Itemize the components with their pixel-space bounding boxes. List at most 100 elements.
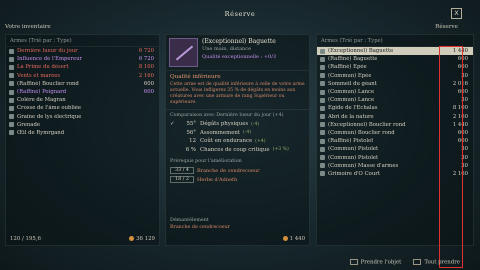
trait-text: Cette arme est de qualité inférieure à c… <box>170 82 305 106</box>
item-name: Œil de Rymrgand <box>17 129 65 136</box>
stash-column-label: Armes (Trié par : Type) <box>321 37 383 44</box>
close-button[interactable]: X <box>451 8 462 19</box>
stat-row: 56° Assommement (-4) <box>170 129 305 138</box>
item-icon <box>320 48 325 54</box>
requirement-name: Branche de cendrecoeur <box>197 167 260 174</box>
requirement-row: 18 / 2 Herbe d'Adneth <box>170 175 305 184</box>
stat-row: ✓ 55° Dégâts physiques (-4) <box>170 120 305 129</box>
item-header: (Exceptionnel) Baguette Une main, distan… <box>166 35 309 71</box>
item-icon <box>320 130 325 136</box>
item-name: (Exceptionnel) Baguette <box>328 48 394 55</box>
item-title: (Exceptionnel) Baguette <box>202 38 276 45</box>
stat-row: 12 Coût en endurance (+4) <box>170 137 305 146</box>
list-item[interactable]: La Prime du désert 8 100 <box>6 63 159 71</box>
item-icon <box>9 81 14 87</box>
item-value: 6 720 <box>138 56 154 63</box>
list-item[interactable]: (Raffiné) Bouclier rond 600 <box>6 80 159 88</box>
item-name: (Commun) Pistolet <box>328 146 379 153</box>
value-column-highlight <box>439 46 463 268</box>
item-icon <box>320 73 325 79</box>
item-name: Graine de lys électrique <box>17 113 82 120</box>
item-name: (Commun) Pistolet <box>328 154 379 161</box>
comparison-header: Comparaison avec Dernière lueur du jour … <box>170 113 284 119</box>
weight-value: 120 / 195,6 <box>10 236 41 242</box>
item-icon <box>320 105 325 111</box>
take-all-button[interactable]: Tout prendre <box>413 258 460 265</box>
item-quality: Qualité exceptionnelle : +0/3 <box>202 54 277 60</box>
item-icon <box>9 97 14 103</box>
item-icon <box>320 138 325 144</box>
coin-icon <box>282 236 288 241</box>
item-icon <box>9 105 14 111</box>
item-value: 6 720 <box>138 48 154 55</box>
item-name: Colère de Magran <box>17 97 66 104</box>
dismantle-item: Branche de cendrecoeur <box>170 225 230 230</box>
item-icon <box>9 89 14 95</box>
stat-row: 6 % Chances de coup critique (+3 %) <box>170 146 305 155</box>
key-icon <box>349 258 358 265</box>
list-item[interactable]: Graine de lys électrique <box>6 113 159 121</box>
top-bar: Réserve X <box>0 0 480 24</box>
inventory-footer: 120 / 195,6 36 129 <box>10 236 155 242</box>
inventory-panel: Armes (Trié par : Type) Dernière lueur d… <box>5 34 160 246</box>
stat-label: Dégâts physiques <box>200 121 249 128</box>
inventory-column-header[interactable]: Armes (Trié par : Type) <box>6 35 159 47</box>
take-item-button[interactable]: Prendre l'objet <box>349 258 401 265</box>
trait-box: Qualité inférieure Cette arme est de qua… <box>166 71 309 111</box>
list-item[interactable]: Vents et marées 2 160 <box>6 72 159 80</box>
list-item[interactable]: Colère de Magran <box>6 96 159 104</box>
key-icon <box>413 258 422 265</box>
item-name: Crosse de l'âme oubliée <box>17 105 82 112</box>
item-name: La Prime du désert <box>17 64 69 71</box>
stat-delta: (-4) <box>251 121 260 127</box>
stash-header: Réserve <box>435 24 458 30</box>
item-icon <box>9 73 14 79</box>
item-name: (Commun) Bouclier rond <box>328 129 395 136</box>
item-name: (Exceptionnel) Bouclier rond <box>328 121 406 128</box>
stat-value: 56° <box>186 129 196 136</box>
dismantle-section: Démantèlement Branche de cendrecoeur <box>170 218 230 230</box>
list-item[interactable]: Influence de l'Empereur 6 720 <box>6 55 159 63</box>
item-icon <box>320 97 325 103</box>
requirement-name: Herbe d'Adneth <box>197 176 238 183</box>
item-name: Égide de l'Échalas <box>328 105 378 112</box>
item-icon <box>320 114 325 120</box>
stats-list: ✓ 55° Dégâts physiques (-4) 56° Assommement (-… <box>170 120 305 154</box>
item-icon <box>320 122 325 128</box>
item-name: (Commun) Lance <box>328 89 375 96</box>
coin-icon <box>129 236 135 241</box>
item-icon <box>9 64 14 70</box>
item-icon <box>320 89 325 95</box>
item-name: Grenade <box>17 121 40 128</box>
item-name: (Commun) Masse d'armes <box>328 162 399 169</box>
item-value: 8 100 <box>138 64 154 71</box>
item-icon <box>9 56 14 62</box>
requirement-qty: 18 / 2 <box>170 176 194 184</box>
stat-delta: (+4) <box>255 138 266 144</box>
list-item[interactable]: Dernière lueur du jour 6 720 <box>6 47 159 55</box>
item-name: (Raffiné) Bouclier rond <box>17 80 79 87</box>
stat-label: Chances de coup critique <box>200 146 270 153</box>
item-value: 600 <box>143 89 154 96</box>
list-item[interactable]: Œil de Rymrgand <box>6 129 159 137</box>
stat-delta: (+3 %) <box>272 147 289 153</box>
list-item[interactable]: Crosse de l'âme oubliée <box>6 104 159 112</box>
item-name: (Raffiné) Épée <box>328 64 367 71</box>
requirements-header: Prérequis pour l'amélioration <box>170 159 242 165</box>
item-name: (Raffiné) Baguette <box>328 56 378 63</box>
list-item[interactable]: Grenade <box>6 121 159 129</box>
inventory-list: Dernière lueur du jour 6 720 Influence de … <box>6 47 159 137</box>
item-name: Dernière lueur du jour <box>17 48 78 55</box>
item-icon <box>320 56 325 62</box>
item-icon <box>9 122 14 128</box>
stat-value: 6 % <box>185 146 196 153</box>
inventory-header: Votre inventaire <box>5 24 51 30</box>
item-icon <box>9 48 14 54</box>
item-name: (Commun) Épée <box>328 72 372 79</box>
stat-value: 12 <box>189 138 196 145</box>
item-subtitle: Une main, distance <box>202 46 252 52</box>
item-value: 600 <box>143 80 154 87</box>
list-item[interactable]: (Raffiné) Poignard 600 <box>6 88 159 96</box>
item-icon <box>9 130 14 136</box>
item-name: (Raffiné) Poignard <box>17 89 67 96</box>
